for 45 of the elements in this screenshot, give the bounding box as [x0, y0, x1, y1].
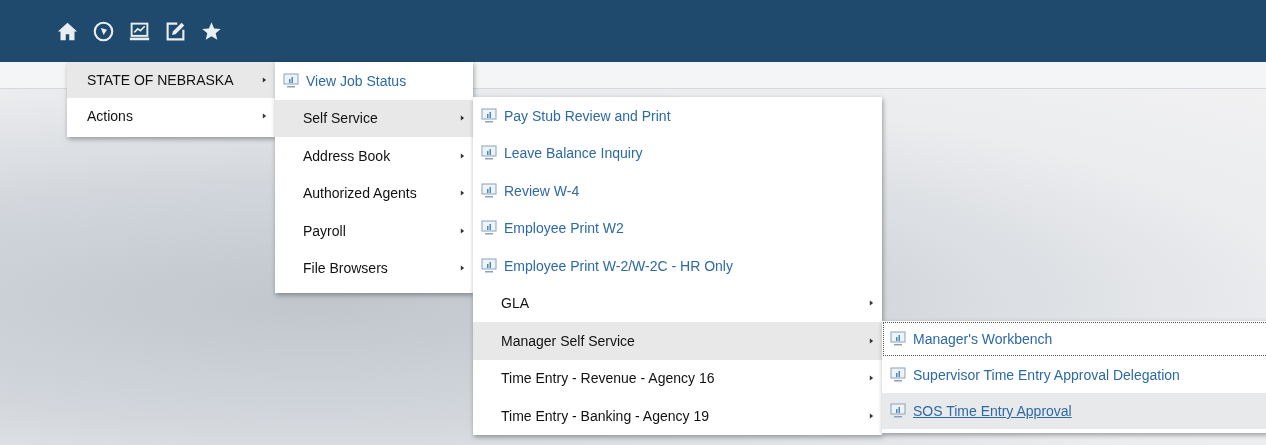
caret-icon — [869, 411, 874, 420]
menu-link[interactable]: Supervisor Time Entry Approval Delegation — [882, 357, 1266, 393]
laptop-chart-icon[interactable] — [129, 20, 150, 42]
caret-icon — [460, 151, 465, 160]
monitor-chart-icon — [890, 331, 906, 347]
menu-item[interactable]: Self Service — [275, 99, 473, 137]
monitor-chart-icon — [890, 403, 906, 419]
menu-link[interactable]: Manager's Workbench — [882, 321, 1266, 357]
menu-item[interactable]: Address Book — [275, 137, 473, 175]
star-icon[interactable] — [201, 20, 222, 42]
edit-icon[interactable] — [165, 20, 186, 42]
menu-item[interactable]: Time Entry - Revenue - Agency 16 — [473, 359, 882, 397]
menu-item[interactable]: Actions — [67, 98, 275, 134]
caret-icon — [869, 299, 874, 308]
menu-item[interactable]: Time Entry - Banking - Agency 19 — [473, 397, 882, 435]
home-icon[interactable] — [57, 20, 78, 42]
caret-icon — [262, 112, 267, 120]
menu-link[interactable]: Review W-4 — [473, 172, 882, 210]
monitor-chart-icon — [283, 72, 299, 89]
caret-icon — [460, 114, 465, 123]
menu-link[interactable]: View Job Status — [275, 62, 473, 100]
caret-icon — [869, 374, 874, 383]
menu-item[interactable]: Payroll — [275, 212, 473, 250]
caret-icon — [460, 264, 465, 273]
compass-icon[interactable] — [93, 20, 114, 42]
monitor-chart-icon — [890, 367, 906, 383]
caret-icon — [460, 189, 465, 198]
monitor-chart-icon — [481, 257, 497, 274]
monitor-chart-icon — [481, 182, 497, 199]
caret-icon — [460, 226, 465, 235]
caret-icon — [869, 336, 874, 345]
menu-link[interactable]: Employee Print W-2/W-2C - HR Only — [473, 247, 882, 285]
monitor-chart-icon — [481, 220, 497, 237]
menu-item[interactable]: STATE OF NEBRASKA — [67, 62, 275, 98]
menu-item[interactable]: Manager Self Service — [473, 322, 882, 360]
monitor-chart-icon — [481, 107, 497, 124]
menu-link[interactable]: SOS Time Entry Approval — [882, 393, 1266, 429]
menu-link[interactable]: Pay Stub Review and Print — [473, 97, 882, 135]
menu-link[interactable]: Employee Print W2 — [473, 209, 882, 247]
menu-item[interactable]: GLA — [473, 284, 882, 322]
monitor-chart-icon — [481, 145, 497, 162]
menu-link[interactable]: Leave Balance Inquiry — [473, 134, 882, 172]
menu-item[interactable]: File Browsers — [275, 249, 473, 287]
menu-item[interactable]: Authorized Agents — [275, 174, 473, 212]
caret-icon — [262, 76, 267, 84]
